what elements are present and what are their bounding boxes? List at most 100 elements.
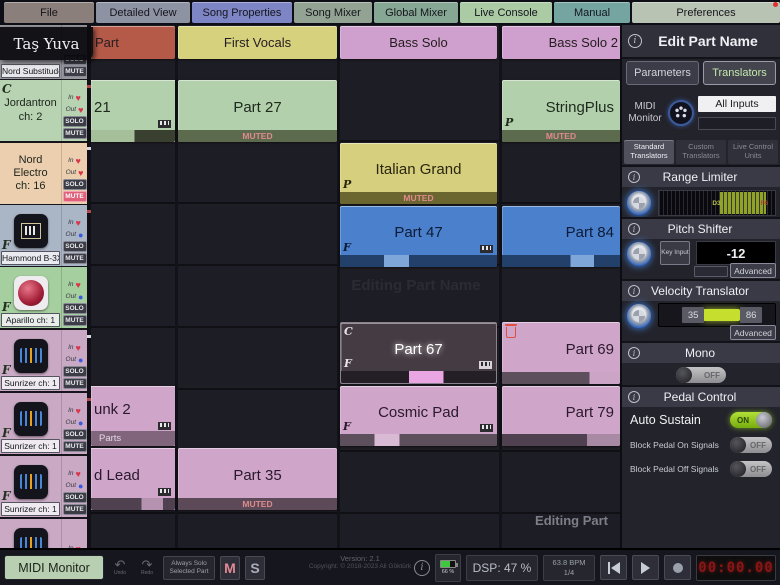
velocity-max-value[interactable]: 86 <box>740 307 762 323</box>
pitch-value-display[interactable]: -12 <box>696 241 776 265</box>
menu-song-properties[interactable]: Song Properties <box>192 2 292 23</box>
subtab-custom-translators[interactable]: Custom Translators <box>676 140 726 164</box>
part-cell-d-lead[interactable]: d Lead <box>91 448 175 510</box>
skip-to-start-button[interactable] <box>600 555 627 580</box>
menu-song-mixer[interactable]: Song Mixer <box>294 2 372 23</box>
part-cell-47[interactable]: F Part 47 <box>340 206 497 267</box>
part-cell-italian-grand[interactable]: P Italian Grand MUTED <box>340 143 497 204</box>
pitch-aux-field[interactable] <box>694 266 728 277</box>
solo-button[interactable]: SOLO <box>63 116 87 127</box>
midi-out-icon[interactable]: ● <box>78 418 83 428</box>
block-pedal-on-toggle[interactable]: OFF <box>730 437 772 453</box>
info-icon[interactable]: i <box>628 285 640 297</box>
track-aparillo[interactable]: F Aparillo ch: 1 In♥ Out● SOLO MUTE <box>0 267 87 329</box>
mute-button[interactable]: MUTE <box>63 441 87 452</box>
advanced-button[interactable]: Advanced <box>730 325 776 340</box>
midi-out-icon[interactable]: ● <box>78 481 83 491</box>
info-icon[interactable]: i <box>628 171 640 183</box>
midi-monitor-button[interactable]: MIDI Monitor <box>4 555 104 580</box>
part-cell-84[interactable]: Part 84 <box>502 206 620 267</box>
track-sunrizer-1[interactable]: F Sunrizer ch: 1 In♥ Out● SOLO MUTE <box>0 330 87 392</box>
mute-button[interactable]: MUTE <box>63 315 87 326</box>
part-cell-funk2[interactable]: unk 2 Parts <box>91 386 175 446</box>
midi-din-icon[interactable] <box>668 100 694 126</box>
bypass-knob[interactable] <box>626 190 652 216</box>
mute-button-active[interactable]: MUTE <box>63 191 87 202</box>
key-range-keyboard[interactable]: D3 F6 <box>658 190 776 216</box>
menu-detailed-view[interactable]: Detailed View <box>96 2 190 23</box>
menu-manual[interactable]: Manual <box>554 2 630 23</box>
menu-file[interactable]: File <box>4 2 94 23</box>
subtab-live-control-units[interactable]: Live Control Units <box>728 140 778 164</box>
tab-parameters[interactable]: Parameters <box>626 61 699 85</box>
track-sunrizer-2[interactable]: F Sunrizer ch: 1 In♥ Out● SOLO MUTE <box>0 393 87 455</box>
mono-toggle[interactable]: OFF <box>676 367 726 383</box>
midi-out-heart-icon[interactable]: ♥ <box>78 168 83 178</box>
advanced-button[interactable]: Advanced <box>730 263 776 278</box>
global-solo-button[interactable]: S <box>245 556 265 580</box>
track-jordantron[interactable]: C Jordantron ch: 2 In♥ Out♥ SOLO MUTE <box>0 80 87 142</box>
midi-out-icon[interactable]: ● <box>78 355 83 365</box>
part-cell-35[interactable]: Part 35 MUTED <box>178 448 337 510</box>
input-select[interactable]: All Inputs <box>698 96 776 112</box>
part-cell-cosmic-pad[interactable]: F Cosmic Pad <box>340 386 497 446</box>
column-header-bass-solo-2[interactable]: Bass Solo 2 <box>502 26 620 59</box>
part-cell-67-selected[interactable]: C F Part 67 <box>340 322 497 384</box>
part-cell-79[interactable]: Part 79 <box>502 386 620 446</box>
record-button[interactable] <box>664 555 691 580</box>
midi-in-heart-icon[interactable]: ♥ <box>76 469 81 479</box>
global-mute-button[interactable]: M <box>220 556 240 580</box>
always-solo-selected-part-button[interactable]: Always Solo Selected Part <box>163 556 215 580</box>
part-cell-69[interactable]: Part 69 <box>502 322 620 384</box>
solo-button[interactable]: SOLO <box>63 366 87 377</box>
key-input-button[interactable]: Key Input <box>660 241 690 265</box>
mute-button[interactable]: MUTE <box>63 66 87 77</box>
midi-out-icon[interactable]: ● <box>78 230 83 240</box>
mute-button[interactable]: MUTE <box>63 128 87 139</box>
solo-button[interactable]: SOLO <box>63 303 87 314</box>
velocity-min-value[interactable]: 35 <box>682 307 704 323</box>
mute-button[interactable]: MUTE <box>63 253 87 264</box>
secondary-select[interactable] <box>698 117 776 130</box>
info-icon[interactable]: i <box>628 347 640 359</box>
auto-sustain-toggle[interactable]: ON <box>730 412 772 428</box>
bypass-knob[interactable] <box>626 241 652 267</box>
track-sunrizer-3[interactable]: F Sunrizer ch: 1 In♥ Out● SOLO MUTE <box>0 456 87 518</box>
tempo-display[interactable]: 63.8 BPM1/4 <box>543 555 595 581</box>
part-cell-27[interactable]: Part 27 MUTED <box>178 80 337 142</box>
redo-button[interactable]: ↷Redo <box>136 560 158 576</box>
solo-button[interactable]: SOLO <box>63 179 87 190</box>
track-hammond[interactable]: F Hammond B-3X ch: 1 In♥ Out● SOLO MUTE <box>0 205 87 267</box>
midi-in-heart-icon[interactable]: ♥ <box>76 280 81 290</box>
block-pedal-off-toggle[interactable]: OFF <box>730 461 772 477</box>
column-header-part[interactable]: Part <box>91 26 175 59</box>
menu-live-console[interactable]: Live Console <box>460 2 552 23</box>
midi-in-heart-icon[interactable]: ♥ <box>76 156 81 166</box>
solo-button[interactable]: SOLO <box>63 492 87 503</box>
midi-out-heart-icon[interactable]: ♥ <box>78 105 83 115</box>
mute-button[interactable]: MUTE <box>63 378 87 389</box>
undo-button[interactable]: ↶Undo <box>109 560 131 576</box>
part-cell-stringplus[interactable]: P StringPlus MUTED <box>502 80 620 142</box>
mute-button[interactable]: MUTE <box>63 504 87 515</box>
delete-part-trash-icon[interactable] <box>504 326 518 338</box>
track-sunrizer-4[interactable]: In♥ Out● SOLO <box>0 519 87 548</box>
track-scrollbar[interactable] <box>87 25 91 548</box>
menu-preferences[interactable]: Preferences <box>632 2 780 23</box>
column-header-first-vocals[interactable]: First Vocals <box>178 26 337 59</box>
part-cell-21[interactable]: 21 <box>91 80 175 142</box>
play-button[interactable] <box>632 555 659 580</box>
info-icon[interactable]: i <box>628 391 640 403</box>
info-icon[interactable]: i <box>628 34 642 48</box>
subtab-standard-translators[interactable]: Standard Translators <box>624 140 674 164</box>
track-nord-electro[interactable]: Nord Electro ch: 16 In♥ Out♥ SOLO MUTE <box>0 143 87 205</box>
tab-translators[interactable]: Translators <box>703 61 776 85</box>
midi-in-heart-icon[interactable]: ♥ <box>76 93 81 103</box>
midi-in-heart-icon[interactable]: ♥ <box>76 218 81 228</box>
velocity-range-slider[interactable]: 35 86 <box>658 303 776 327</box>
midi-in-heart-icon[interactable]: ♥ <box>76 406 81 416</box>
solo-button[interactable]: SOLO <box>63 241 87 252</box>
menu-global-mixer[interactable]: Global Mixer <box>374 2 458 23</box>
info-icon[interactable]: i <box>628 223 640 235</box>
midi-in-heart-icon[interactable]: ♥ <box>76 343 81 353</box>
